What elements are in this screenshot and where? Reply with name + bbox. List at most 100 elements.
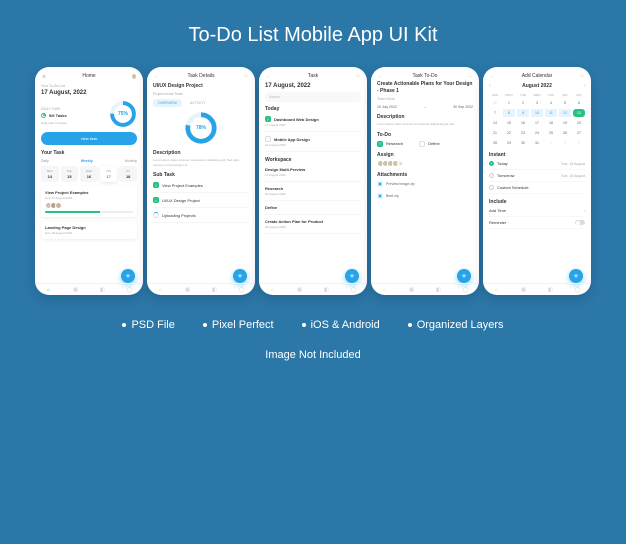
home-icon: ⌂ bbox=[46, 287, 52, 293]
date-label: 17 August, 2022 bbox=[41, 90, 137, 96]
team-label: Team Work bbox=[377, 97, 473, 101]
user-icon: ◯ bbox=[127, 287, 133, 293]
fab-add[interactable]: + bbox=[345, 269, 359, 283]
task-item[interactable]: Design Multi-Preview17 August 2022 bbox=[265, 163, 361, 182]
screen-title: Add Calendar bbox=[522, 73, 553, 79]
footer-note: Image Not Included bbox=[265, 349, 360, 361]
task-item[interactable]: Research20 August 2022 bbox=[265, 182, 361, 201]
file-icon: ▣ bbox=[377, 193, 383, 199]
tab-monthly[interactable]: Monthly bbox=[125, 159, 137, 163]
daily-task-label: DAILY TASK bbox=[41, 107, 67, 111]
tab-weekly[interactable]: Weekly bbox=[81, 159, 93, 163]
phone-row: ☰ Home Your To-Do List 17 August, 2022 D… bbox=[35, 67, 591, 295]
toggle[interactable] bbox=[575, 220, 585, 225]
back-icon[interactable]: ‹ bbox=[265, 73, 271, 79]
task-item[interactable]: Define bbox=[265, 201, 361, 215]
bottom-nav[interactable]: ⌂▦◧◯ bbox=[483, 283, 591, 295]
more-icon[interactable]: ⋯ bbox=[467, 73, 473, 79]
check-icon: ✓ bbox=[153, 197, 159, 203]
search-input[interactable]: Search bbox=[265, 92, 361, 102]
fab-add[interactable]: + bbox=[457, 269, 471, 283]
attachment-item[interactable]: ▣Brief.zip bbox=[377, 190, 473, 202]
check-icon[interactable] bbox=[419, 141, 425, 147]
tab-daily[interactable]: Daily bbox=[41, 159, 49, 163]
option-custom[interactable]: Custom Schedule bbox=[489, 182, 585, 194]
task-title: Create Actionable Plans for Your Design … bbox=[377, 81, 473, 94]
desc-text: Lorem ipsum dolor sit amet, consectetur … bbox=[153, 158, 249, 167]
back-icon[interactable]: ‹ bbox=[489, 73, 495, 79]
attachment-item[interactable]: ▣Preview Image.zip bbox=[377, 178, 473, 190]
check-icon bbox=[41, 113, 46, 118]
task-card[interactable]: View Project Examples Due 17 August 2022 bbox=[41, 186, 137, 217]
check-icon: ✓ bbox=[265, 116, 271, 122]
month-label: August 2022 bbox=[522, 83, 552, 89]
prev-month[interactable]: ‹ bbox=[489, 83, 491, 89]
phone-task: ‹ Task ♡ 17 August, 2022 Search Today ✓D… bbox=[259, 67, 367, 295]
cal-icon: ▦ bbox=[73, 287, 79, 293]
bell-icon[interactable]: ♡ bbox=[243, 73, 249, 79]
feature-list: PSD File Pixel Perfect iOS & Android Org… bbox=[122, 319, 503, 331]
fab-add[interactable]: + bbox=[233, 269, 247, 283]
add-assignee[interactable]: + bbox=[397, 160, 404, 167]
bell-icon[interactable]: ♡ bbox=[579, 73, 585, 79]
screen-title: Task To-Do bbox=[413, 73, 438, 79]
screen-title: Task bbox=[308, 73, 318, 79]
view-task-button[interactable]: view task bbox=[41, 132, 137, 145]
subtask-item[interactable]: Uploading Projects bbox=[153, 208, 249, 223]
calendar-grid[interactable]: SUNMONTUEWEDTHUFRISAT 31123456 789101112… bbox=[489, 93, 585, 147]
phone-task-todo: ‹ Task To-Do ⋯ Create Actionable Plans f… bbox=[371, 67, 479, 295]
file-icon: ▣ bbox=[377, 181, 383, 187]
back-icon[interactable]: ‹ bbox=[377, 73, 383, 79]
assign-heading: Assign bbox=[377, 152, 473, 158]
back-icon[interactable]: ‹ bbox=[153, 73, 159, 79]
option-add-time[interactable]: Add Time› bbox=[489, 205, 585, 217]
day-picker[interactable]: Mon14 Tue15 Wed16 Thu17 Fri18 bbox=[41, 166, 137, 182]
screen-title: Task Details bbox=[188, 73, 215, 79]
bottom-nav[interactable]: ⌂ ▦ ◧ ◯ bbox=[35, 283, 143, 295]
project-title: UI/UX Design Project bbox=[153, 83, 249, 89]
project-sub: Project Acme Team bbox=[153, 92, 249, 96]
task-card[interactable]: Landing Page Design Due 18 August 2022 bbox=[41, 221, 137, 239]
menu-icon[interactable]: ☰ bbox=[41, 73, 47, 79]
task-item[interactable]: ✓Dashboard Web Design 17 August 2022 bbox=[265, 112, 361, 132]
date-label: 17 August, 2022 bbox=[265, 83, 361, 89]
option-today[interactable]: TodaySun, 15 August bbox=[489, 158, 585, 170]
check-icon: ✓ bbox=[153, 182, 159, 188]
page-title: To-Do List Mobile App UI Kit bbox=[189, 24, 438, 47]
progress-donut: 78% bbox=[153, 111, 249, 145]
task-item[interactable]: Mobile App Design 19 August 2022 bbox=[265, 132, 361, 152]
phone-calendar: ‹ Add Calendar ♡ ‹ August 2022 › SUNMONT… bbox=[483, 67, 591, 295]
grid-icon: ◧ bbox=[100, 287, 106, 293]
check-icon[interactable]: ✓ bbox=[377, 141, 383, 147]
hint-text: Daily task complete bbox=[41, 121, 67, 125]
todo-heading: To-Do bbox=[377, 132, 473, 138]
subtask-item[interactable]: ✓View Project Examples bbox=[153, 178, 249, 193]
fab-add[interactable]: + bbox=[121, 269, 135, 283]
spinner-icon bbox=[153, 212, 159, 218]
phone-task-details: ‹ Task Details ♡ UI/UX Design Project Pr… bbox=[147, 67, 255, 295]
desc-text: Lorem ipsum dolor sit amet consectetur a… bbox=[377, 122, 473, 127]
section-title: Your Task bbox=[41, 150, 137, 156]
bottom-nav[interactable]: ⌂▦◧◯ bbox=[259, 283, 367, 295]
subtask-item[interactable]: ✓UI/UX Design Project bbox=[153, 193, 249, 208]
option-reminder[interactable]: Reminder bbox=[489, 217, 585, 229]
bottom-nav[interactable]: ⌂▦◧◯ bbox=[371, 283, 479, 295]
tab-overview[interactable]: OVERVIEW bbox=[153, 99, 182, 107]
screen-title: Home bbox=[82, 73, 95, 79]
fab-add[interactable]: + bbox=[569, 269, 583, 283]
avatar-icon[interactable] bbox=[131, 73, 137, 79]
task-count: 5/6 Tasks bbox=[49, 113, 67, 118]
task-item[interactable]: Create Action Plan for Product22 August … bbox=[265, 215, 361, 234]
desc-heading: Description bbox=[377, 114, 473, 120]
bell-icon[interactable]: ♡ bbox=[355, 73, 361, 79]
date-range: 15 July 2022→30 Sep 2022 bbox=[377, 105, 473, 109]
todo-label: Your To-Do List bbox=[41, 84, 137, 88]
check-icon bbox=[265, 136, 271, 142]
progress-donut: 75% bbox=[109, 100, 137, 128]
option-tomorrow[interactable]: TomorrowSun, 16 August bbox=[489, 170, 585, 182]
phone-home: ☰ Home Your To-Do List 17 August, 2022 D… bbox=[35, 67, 143, 295]
next-month[interactable]: › bbox=[583, 83, 585, 89]
desc-heading: Description bbox=[153, 150, 249, 156]
bottom-nav[interactable]: ⌂▦◧◯ bbox=[147, 283, 255, 295]
tab-activity[interactable]: ACTIVITY bbox=[185, 99, 211, 107]
